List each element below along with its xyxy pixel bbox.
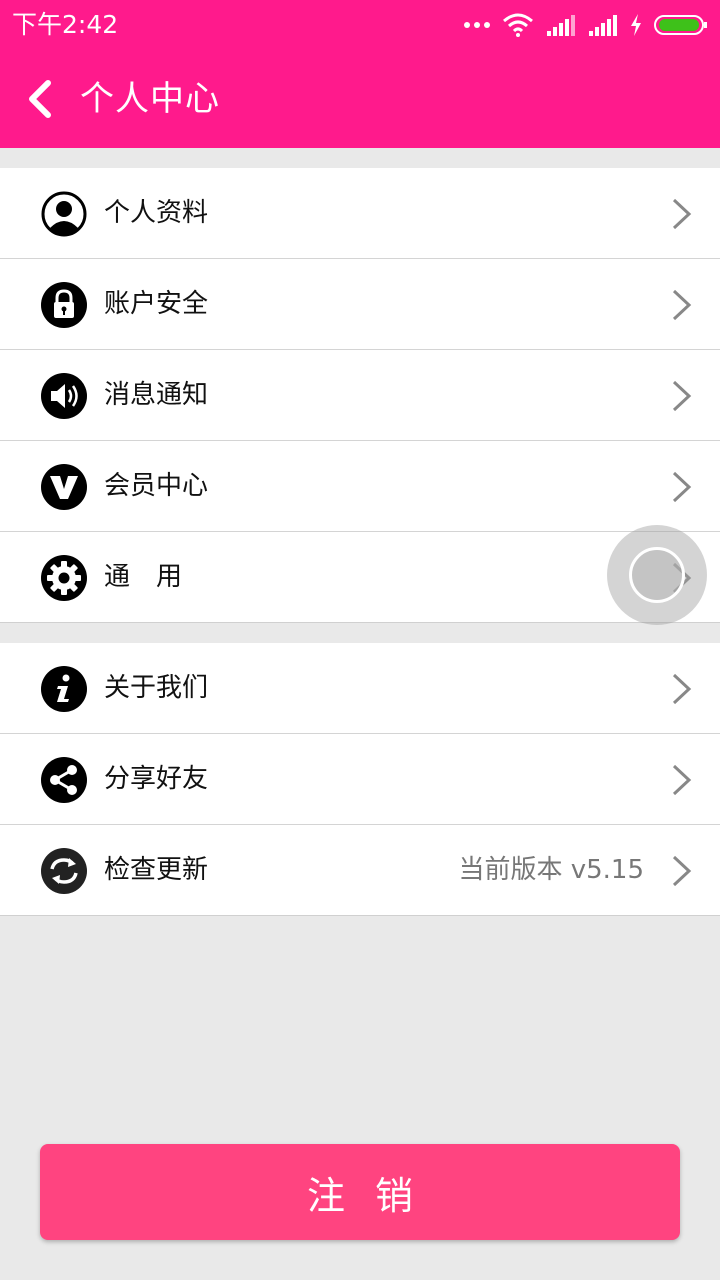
speaker-icon (41, 373, 87, 419)
chevron-right-icon (672, 289, 692, 321)
menu-item-about-us[interactable]: 关于我们 (0, 643, 720, 734)
menu-item-membership[interactable]: 会员中心 (0, 441, 720, 532)
share-icon (41, 757, 87, 803)
gear-icon (41, 555, 87, 601)
status-icons (464, 12, 708, 38)
back-arrow-icon[interactable] (22, 79, 62, 119)
settings-group-2: 关于我们 分享好友 检查更新 当前版本 v5.15 (0, 643, 720, 916)
chevron-right-icon (672, 855, 692, 887)
menu-label: 账户安全 (104, 289, 209, 319)
page-title: 个人中心 (80, 79, 220, 119)
signal-2-icon (589, 15, 617, 36)
menu-label: 消息通知 (104, 380, 209, 410)
vip-v-icon (41, 464, 87, 510)
menu-label: 检查更新 (104, 855, 209, 885)
chevron-right-icon (672, 198, 692, 230)
version-value: 当前版本 v5.15 (458, 855, 644, 885)
menu-item-account-security[interactable]: 账户安全 (0, 259, 720, 350)
menu-label: 个人资料 (104, 198, 209, 228)
wifi-icon (503, 13, 533, 37)
status-bar: 下午2:42 (0, 0, 720, 50)
chevron-right-icon (672, 673, 692, 705)
battery-icon (654, 15, 707, 35)
chevron-right-icon (672, 471, 692, 503)
refresh-icon (41, 848, 87, 894)
menu-item-profile[interactable]: 个人资料 (0, 168, 720, 259)
menu-item-check-update[interactable]: 检查更新 当前版本 v5.15 (0, 825, 720, 916)
menu-item-share-friends[interactable]: 分享好友 (0, 734, 720, 825)
signal-1-icon (547, 15, 575, 36)
floating-assist-button[interactable] (607, 525, 707, 625)
lock-icon (41, 282, 87, 328)
user-circle-icon (41, 191, 87, 237)
chevron-right-icon (672, 380, 692, 412)
app-header: 个人中心 (0, 50, 720, 148)
status-time: 下午2:42 (12, 10, 119, 39)
menu-item-notifications[interactable]: 消息通知 (0, 350, 720, 441)
menu-label: 通 用 (104, 562, 183, 592)
chevron-right-icon (672, 764, 692, 796)
charging-icon (631, 14, 641, 36)
menu-label: 会员中心 (104, 471, 209, 501)
logout-button[interactable]: 注销 (40, 1144, 680, 1240)
menu-label: 关于我们 (104, 673, 209, 703)
info-icon (41, 666, 87, 712)
menu-label: 分享好友 (104, 764, 209, 794)
more-dots-icon (464, 22, 490, 28)
